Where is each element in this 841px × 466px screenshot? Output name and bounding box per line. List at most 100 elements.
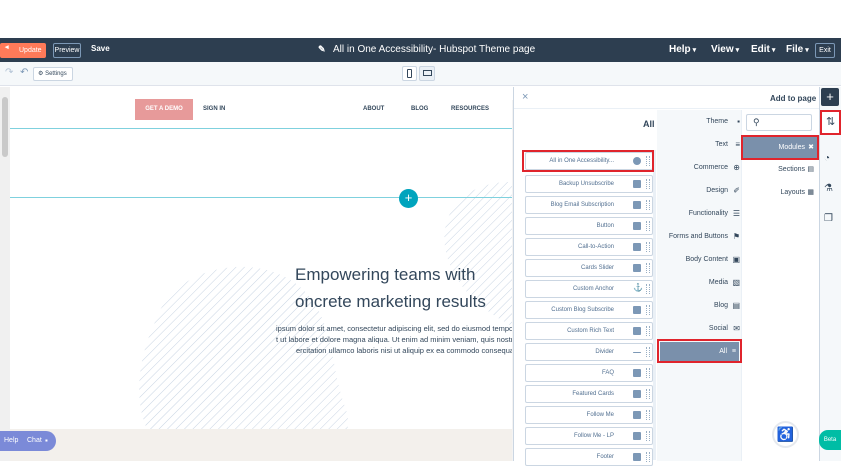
nav-layouts[interactable]: Layouts ▦	[743, 186, 817, 202]
module-icon	[633, 369, 641, 377]
update-dropdown-icon[interactable]: ◂	[5, 43, 9, 51]
footer-band	[0, 429, 513, 461]
module-follow-me[interactable]: Follow Me	[525, 406, 653, 424]
drag-handle-icon[interactable]	[646, 179, 650, 189]
rail-add-active[interactable]: ⇅	[820, 110, 841, 135]
selected-section-outline[interactable]	[8, 128, 513, 198]
drag-handle-icon[interactable]	[646, 263, 650, 273]
drag-handle-icon[interactable]	[646, 305, 650, 315]
text-icon: ≡	[735, 140, 740, 149]
panel-search[interactable]: ⚲	[746, 114, 812, 131]
module-icon	[633, 432, 641, 440]
undo-icon[interactable]: ↶	[20, 67, 28, 78]
module-icon	[633, 327, 641, 335]
module-label: Featured Cards	[572, 391, 614, 397]
chat-icon: ▪	[45, 436, 48, 445]
drag-handle-icon[interactable]	[646, 431, 650, 441]
theme-icon: ▪	[737, 117, 740, 126]
preview-button[interactable]: Preview	[53, 43, 81, 58]
copy-icon[interactable]: ❐	[824, 213, 833, 224]
mobile-icon	[407, 69, 412, 78]
desktop-view-button[interactable]	[419, 66, 435, 81]
add-section-button[interactable]: +	[399, 189, 418, 208]
module-footer[interactable]: Footer	[525, 448, 653, 466]
module-custom-blog-subscribe[interactable]: Custom Blog Subscribe	[525, 301, 653, 319]
module-button[interactable]: Button	[525, 217, 653, 235]
nav-blog[interactable]: BLOG	[411, 106, 428, 112]
nav-resources[interactable]: RESOURCES	[451, 106, 489, 112]
canvas-scrollbar[interactable]	[0, 87, 10, 461]
help-chat-widget[interactable]: Help Chat ▪	[0, 431, 56, 451]
module-backup-unsubscribe[interactable]: Backup Unsubscribe	[525, 175, 653, 193]
drag-handle-icon[interactable]	[646, 347, 650, 357]
module-blog-email-subscription[interactable]: Blog Email Subscription	[525, 196, 653, 214]
menu-help-label: Help	[669, 44, 691, 55]
module-icon	[633, 201, 641, 209]
drag-handle-icon[interactable]	[646, 389, 650, 399]
optimize-icon[interactable]: ◔	[824, 153, 830, 164]
module-label: Backup Unsubscribe	[558, 181, 614, 187]
chevron-down-icon: ▾	[771, 47, 776, 54]
category-functionality-label: Functionality	[688, 210, 728, 217]
nav-about[interactable]: ABOUT	[363, 106, 384, 112]
drag-handle-icon[interactable]	[646, 200, 650, 210]
settings-label: Settings	[45, 71, 67, 77]
sections-icon: ▤	[807, 166, 814, 173]
image-icon: ▧	[732, 278, 740, 287]
module-icon	[633, 180, 641, 188]
module-call-to-action[interactable]: Call-to-Action	[525, 238, 653, 256]
module-icon	[633, 243, 641, 251]
module-list-scrollbar[interactable]	[653, 150, 656, 460]
page-canvas[interactable]: RESOURCES BLOG ABOUT SIGN IN GET A DEMO …	[0, 87, 513, 461]
chevron-down-icon: ▾	[692, 47, 697, 54]
chevron-down-icon: ▾	[805, 47, 809, 54]
module-divider[interactable]: Divider	[525, 343, 653, 361]
module-label: Custom Rich Text	[567, 328, 614, 334]
menu-view[interactable]: View ▾	[711, 44, 739, 55]
mobile-view-button[interactable]	[402, 66, 417, 81]
beta-badge[interactable]: Beta	[819, 430, 841, 450]
drag-handle-icon[interactable]	[646, 410, 650, 420]
module-follow-me-lp[interactable]: Follow Me - LP	[525, 427, 653, 445]
nav-sign-in[interactable]: SIGN IN	[203, 106, 225, 112]
redo-icon[interactable]: ↷	[5, 67, 13, 78]
drag-handle-icon[interactable]	[646, 368, 650, 378]
drag-handle-icon[interactable]	[646, 242, 650, 252]
brush-icon: ✐	[733, 186, 740, 195]
settings-button[interactable]: ⚙ Settings	[33, 67, 73, 81]
sliders-icon: ☰	[732, 209, 740, 218]
add-panel-button[interactable]: +	[821, 88, 839, 106]
module-label: Custom Blog Subscribe	[551, 307, 614, 313]
nav-sections[interactable]: Sections ▤	[743, 163, 817, 179]
module-custom-rich-text[interactable]: Custom Rich Text	[525, 322, 653, 340]
drag-handle-icon[interactable]	[646, 284, 650, 294]
category-social-label: Social	[708, 325, 728, 332]
module-label: Footer	[596, 454, 614, 460]
accessibility-icon[interactable]: ♿	[772, 421, 799, 448]
menu-edit[interactable]: Edit ▾	[751, 44, 775, 55]
site-header: RESOURCES BLOG ABOUT SIGN IN GET A DEMO	[10, 93, 513, 123]
menu-help[interactable]: Help ▾	[669, 44, 696, 55]
module-label: FAQ	[601, 370, 614, 376]
canvas-scrollbar-thumb[interactable]	[2, 97, 8, 157]
module-featured-cards[interactable]: Featured Cards	[525, 385, 653, 403]
module-faq[interactable]: FAQ	[525, 364, 653, 382]
hero-headline-line-2: oncrete marketing results	[295, 292, 486, 311]
save-button[interactable]: Save	[91, 44, 110, 53]
pencil-icon[interactable]: ✎	[318, 44, 326, 55]
drag-handle-icon[interactable]	[646, 221, 650, 231]
category-body-label: Body Content	[685, 256, 728, 263]
menu-file[interactable]: File ▾	[786, 44, 809, 55]
drag-handle-icon[interactable]	[646, 326, 650, 336]
module-cards-slider[interactable]: Cards Slider	[525, 259, 653, 277]
module-icon	[633, 453, 641, 461]
close-icon[interactable]: ×	[522, 91, 528, 103]
category-forms-label: Forms and Buttons	[668, 233, 728, 240]
module-label: Divider	[595, 349, 614, 355]
module-custom-anchor[interactable]: Custom Anchor ⚓	[525, 280, 653, 298]
exit-button[interactable]: Exit	[815, 43, 835, 58]
desktop-icon	[423, 70, 432, 76]
test-icon[interactable]: ⚗	[824, 183, 833, 194]
update-label: Update	[19, 47, 42, 54]
get-demo-button[interactable]: GET A DEMO	[135, 99, 193, 120]
